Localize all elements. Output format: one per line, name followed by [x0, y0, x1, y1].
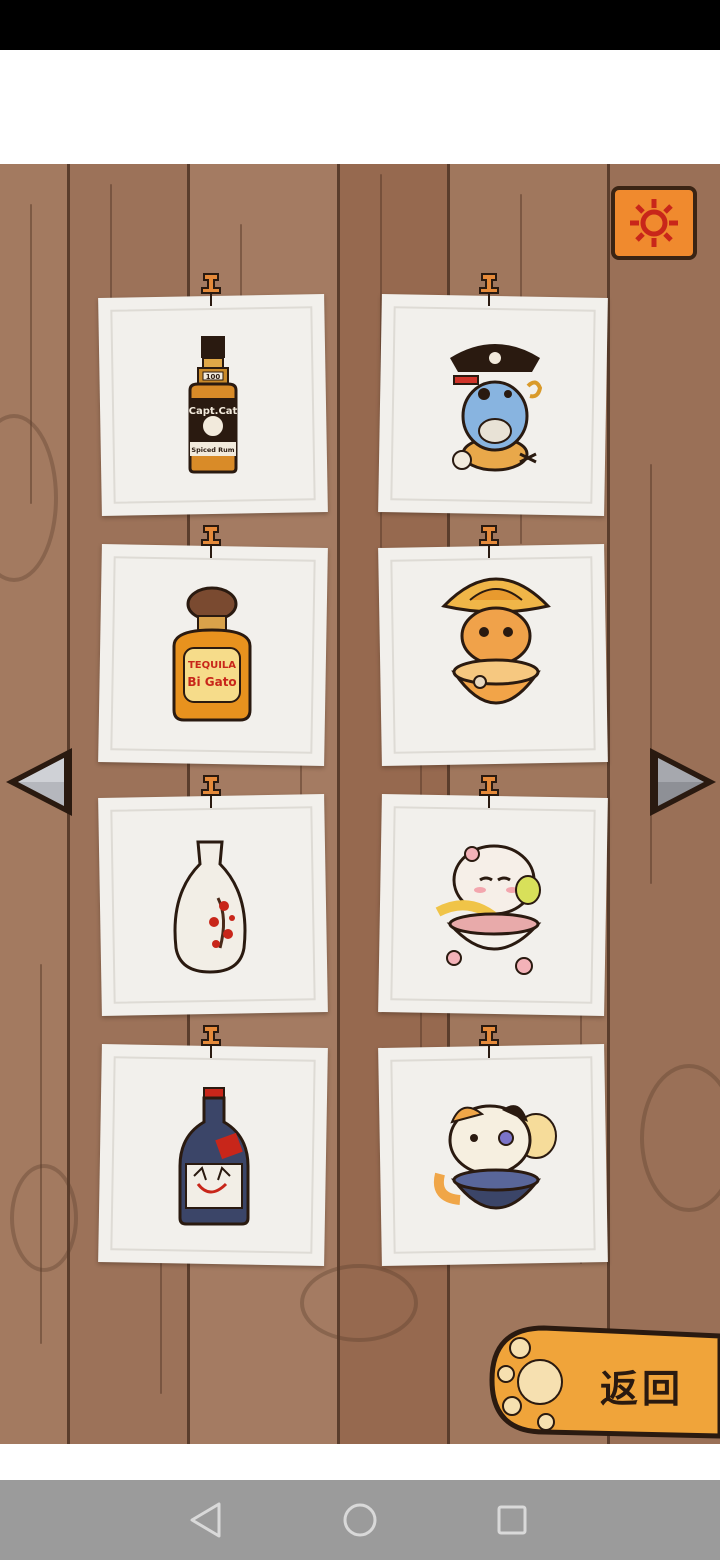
status-bar [0, 0, 720, 50]
cherry-blossom-cat-icon [435, 844, 542, 975]
pin-icon [479, 273, 499, 306]
settings-button[interactable] [611, 186, 697, 260]
pin-icon [201, 525, 221, 558]
wood-grain [40, 964, 42, 1344]
circle-home-icon [343, 1503, 377, 1537]
pin-icon [479, 775, 499, 808]
gear-icon [630, 199, 678, 247]
tequila-bottle-icon: TEQUILA Bi Gato [172, 586, 252, 722]
rum-bottle-icon: 100 Capt.Cat Spiced Rum [188, 336, 238, 474]
pin-icon [201, 775, 221, 808]
next-page-button[interactable] [642, 742, 720, 822]
top-spacer [0, 50, 720, 164]
previous-page-button[interactable] [0, 742, 80, 822]
pin-icon [479, 1025, 499, 1058]
tequila-label-line1: TEQUILA [188, 660, 236, 671]
nav-recents-button[interactable] [492, 1500, 532, 1540]
back-button-label: 返回 [600, 1367, 685, 1411]
square-recents-icon [497, 1505, 527, 1535]
nav-back-button[interactable] [186, 1500, 226, 1540]
rum-badge-text: 100 [206, 373, 221, 381]
rum-label-line1: Capt.Cat [189, 406, 238, 417]
sake-vase-icon [173, 840, 247, 974]
pin-icon [201, 273, 221, 306]
bottom-spacer [0, 1444, 720, 1480]
pin-icon [479, 525, 499, 558]
calico-cat-cup-icon [434, 1104, 557, 1210]
nav-home-button[interactable] [340, 1500, 380, 1540]
sombrero-cat-icon [441, 577, 551, 705]
triangle-back-icon [190, 1502, 221, 1538]
japanese-bottle-icon [178, 1087, 250, 1226]
pin-icon [201, 1025, 221, 1058]
system-nav-bar [0, 1480, 720, 1560]
pirate-cat-icon [450, 344, 543, 472]
wood-knot [10, 1164, 78, 1272]
wood-knot [300, 1264, 418, 1342]
rum-label-line2: Spiced Rum [191, 446, 234, 454]
tequila-label-line2: Bi Gato [187, 675, 236, 689]
